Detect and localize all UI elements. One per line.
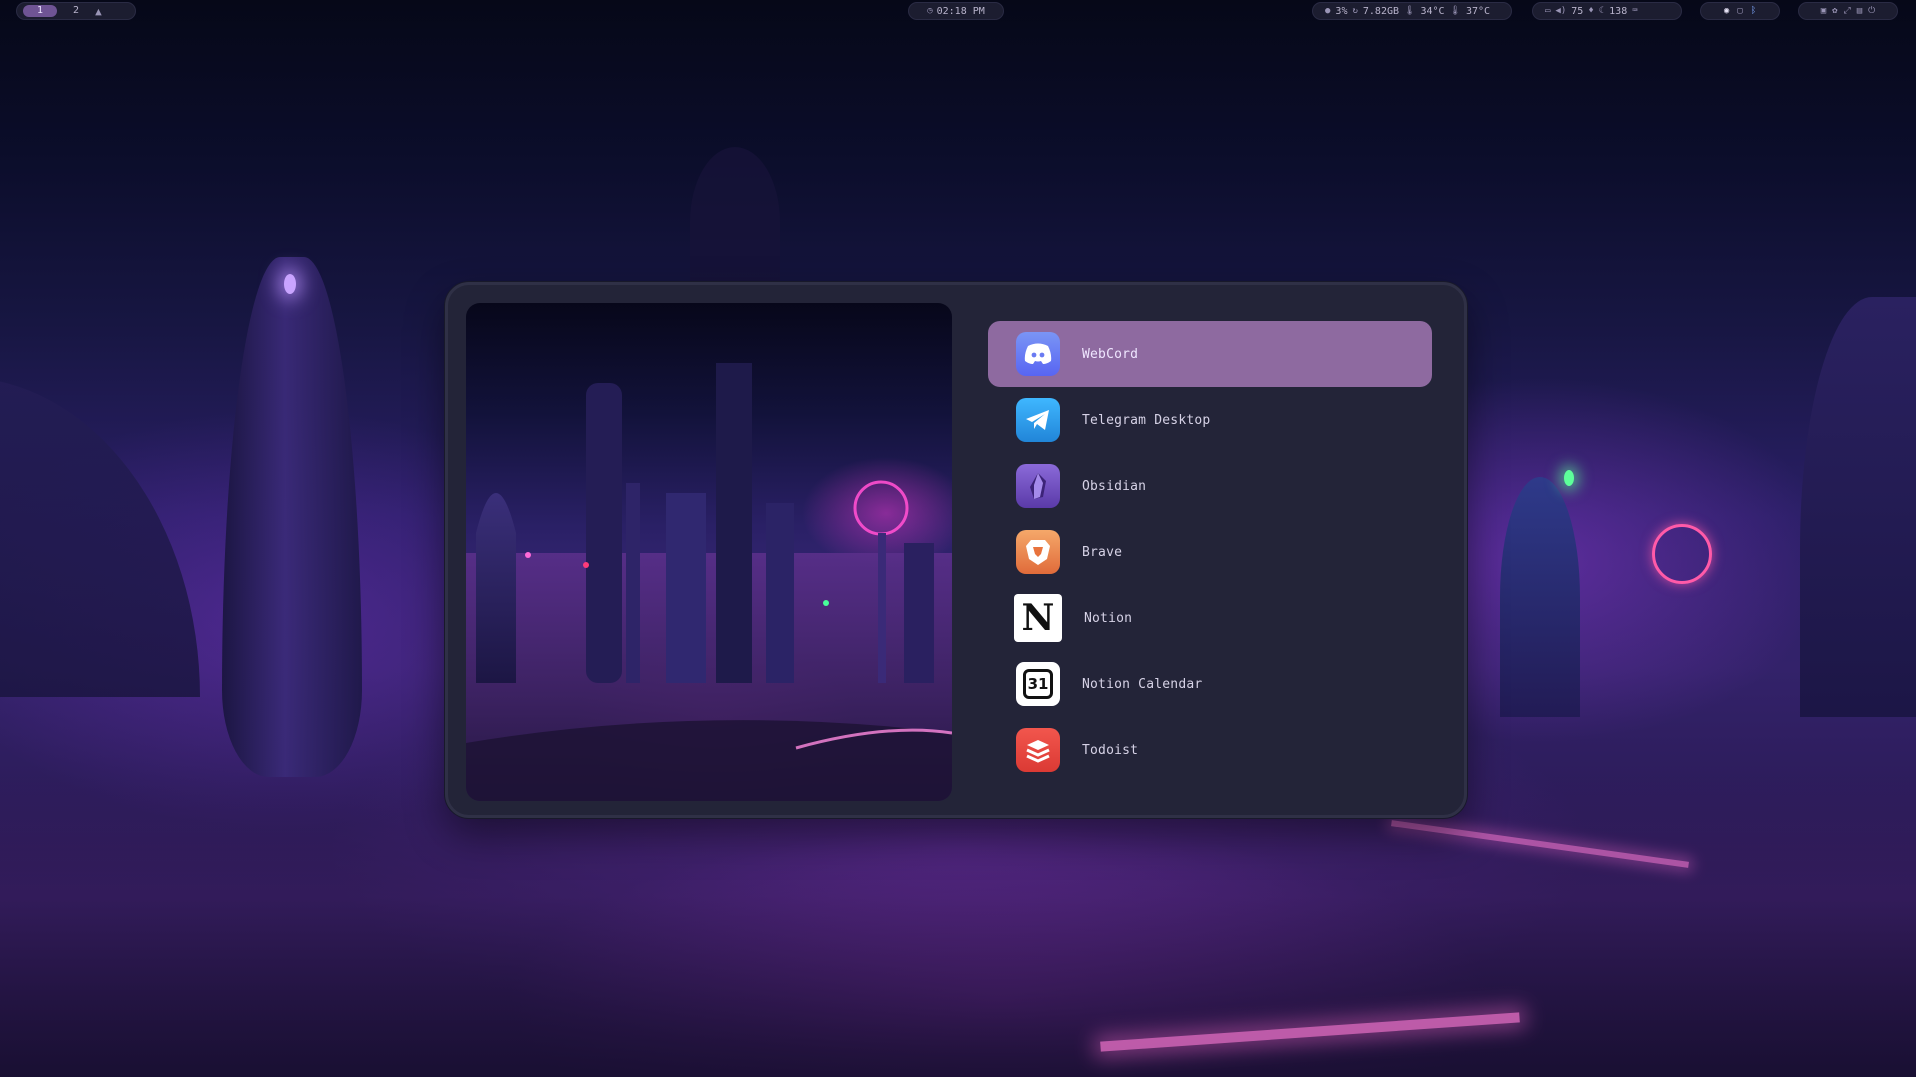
volume-icon[interactable]: ◀) — [1555, 6, 1566, 16]
clock-time: 02:18 PM — [936, 5, 985, 17]
telegram-icon — [1016, 398, 1060, 442]
app-item-notion[interactable]: N Notion — [988, 585, 1432, 651]
screenshot-icon[interactable]: ⤢ — [1844, 6, 1851, 16]
microphone-icon[interactable]: ♦ — [1588, 6, 1593, 16]
calendar-day: 31 — [1027, 675, 1049, 693]
temperature-1: 34°C — [1420, 5, 1445, 17]
app-item-todoist[interactable]: Todoist — [988, 717, 1432, 783]
power-menu: ▣ ✿ ⤢ ▤ ⏻ — [1798, 2, 1898, 20]
clock-icon: ◷ — [927, 6, 933, 16]
volume-level[interactable]: 75 — [1571, 6, 1583, 17]
display-icon[interactable]: ▢ — [1737, 6, 1742, 16]
app-item-notion-calendar[interactable]: 31 Notion Calendar — [988, 651, 1432, 717]
app-item-brave[interactable]: Brave — [988, 519, 1432, 585]
app-name: Todoist — [1082, 742, 1139, 758]
system-tray: ◉ ▢ ᛒ — [1700, 2, 1780, 20]
power-icon[interactable]: ⏻ — [1868, 6, 1875, 16]
bluetooth-icon[interactable]: ᛒ — [1751, 6, 1756, 16]
brave-icon — [1016, 530, 1060, 574]
thermometer-icon: 🌡︎ — [1404, 6, 1416, 16]
app-name: Notion — [1084, 610, 1133, 626]
app-name: Obsidian — [1082, 478, 1147, 494]
keyboard-icon[interactable]: ⌨ — [1632, 6, 1637, 16]
city-preview-illustration — [466, 363, 952, 801]
todoist-icon — [1016, 728, 1060, 772]
system-stats: ● 3% ↻ 7.82GB 🌡︎ 34°C 🌡︎ 37°C — [1312, 2, 1512, 20]
app-name: Notion Calendar — [1082, 676, 1203, 692]
notion-icon: N — [1014, 594, 1062, 642]
clock-widget[interactable]: ◷ 02:18 PM — [908, 2, 1004, 20]
memory-icon: ↻ — [1352, 6, 1358, 16]
brightness-icon[interactable]: ☾ — [1599, 6, 1604, 16]
thermometer-icon: 🌡︎ — [1449, 6, 1461, 16]
workspace-switcher: 1 2 ▲ — [16, 2, 136, 20]
app-item-webcord[interactable]: WebCord — [988, 321, 1432, 387]
temperature-2: 37°C — [1465, 5, 1491, 17]
app-item-obsidian[interactable]: Obsidian — [988, 453, 1432, 519]
workspace-1-button[interactable]: 1 — [23, 5, 58, 17]
files-icon[interactable]: ▤ — [1857, 6, 1862, 16]
app-launcher: WebCord Telegram Desktop Obsidian Brave … — [445, 282, 1467, 818]
app-name: Telegram Desktop — [1082, 412, 1211, 428]
lock-icon[interactable]: ▣ — [1821, 6, 1826, 16]
discord-icon — [1016, 332, 1060, 376]
settings-icon[interactable]: ✿ — [1832, 6, 1837, 16]
monitor-icon[interactable]: ▭ — [1545, 6, 1550, 16]
app-list: WebCord Telegram Desktop Obsidian Brave … — [988, 321, 1432, 783]
notion-calendar-icon: 31 — [1016, 662, 1060, 706]
obsidian-icon — [1016, 464, 1060, 508]
cpu-usage: 3% — [1335, 5, 1348, 17]
app-name: Brave — [1082, 544, 1123, 560]
app-name: WebCord — [1082, 346, 1139, 362]
arch-logo-icon[interactable]: ▲ — [95, 5, 102, 18]
app-item-telegram[interactable]: Telegram Desktop — [988, 387, 1432, 453]
workspace-2-button[interactable]: 2 — [63, 5, 89, 17]
discord-tray-icon[interactable]: ◉ — [1724, 6, 1729, 16]
cpu-icon: ● — [1325, 6, 1331, 16]
memory-usage: 7.82GB — [1362, 5, 1400, 17]
media-controls: ▭ ◀) 75 ♦ ☾ 138 ⌨ — [1532, 2, 1682, 20]
brightness-level[interactable]: 138 — [1609, 6, 1627, 17]
wallpaper-preview-image — [466, 303, 952, 801]
